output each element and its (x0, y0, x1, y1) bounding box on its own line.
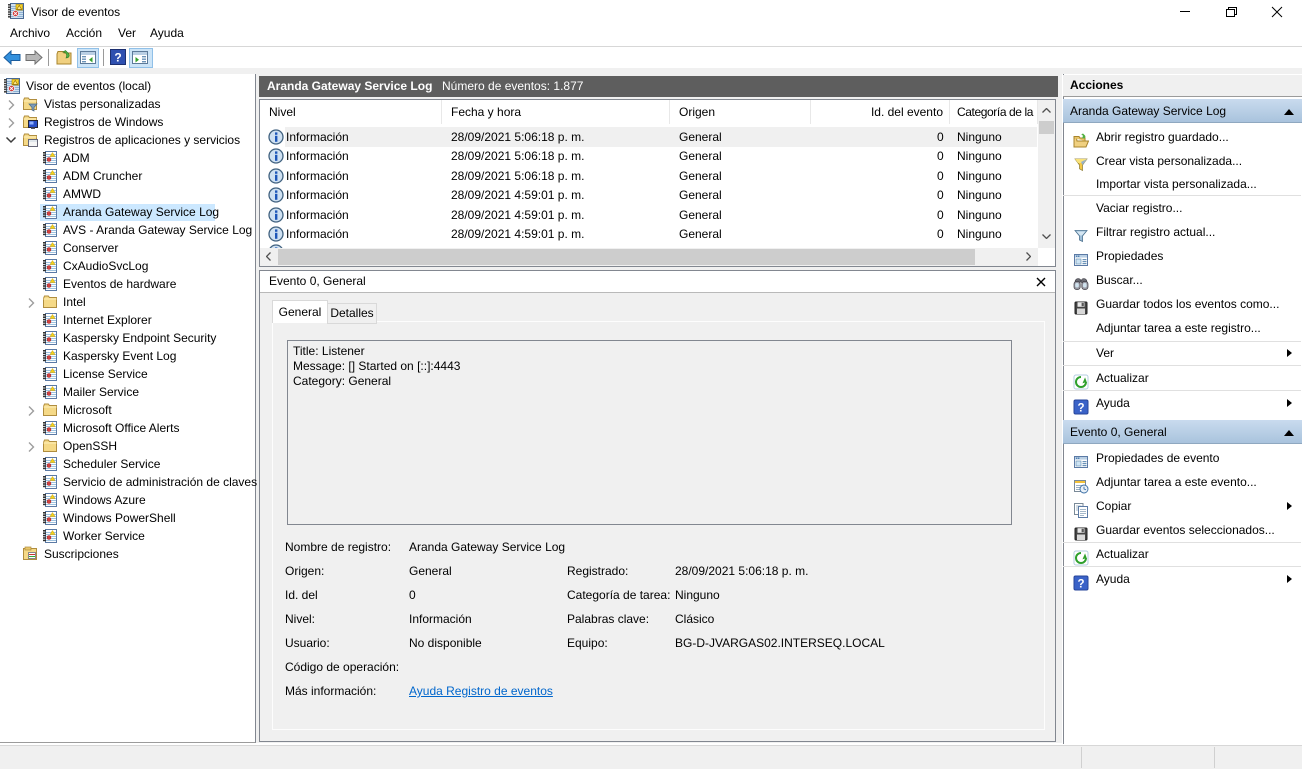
svg-text:?: ? (114, 51, 121, 65)
